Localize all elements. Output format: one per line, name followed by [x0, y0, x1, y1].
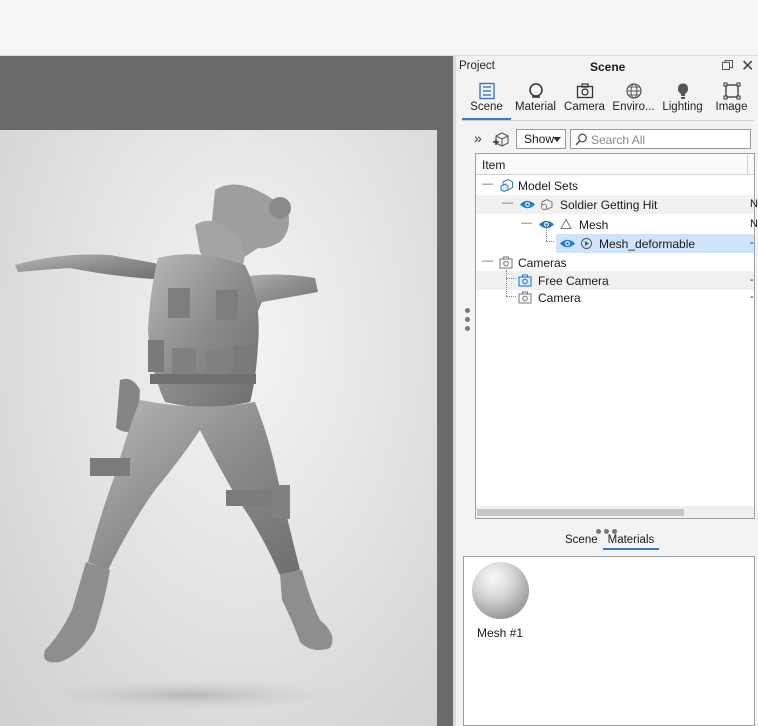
bottom-tabs: Scene Materials: [560, 532, 660, 551]
mesh-triangle-icon: [560, 218, 572, 229]
tree-row-label: Camera: [538, 291, 581, 305]
panel-tabs: Scene Material Camera Enviro... Lighting…: [462, 80, 756, 120]
collapse-toggle-icon[interactable]: —: [502, 197, 513, 209]
scrollbar-thumb[interactable]: [477, 509, 684, 516]
globe-icon: [625, 83, 642, 99]
top-bar: [0, 0, 758, 56]
panel-title: Scene: [590, 60, 626, 74]
tab-camera-label: Camera: [564, 101, 605, 113]
tree-row-cameras[interactable]: — Cameras: [476, 253, 754, 272]
search-icon: [575, 133, 587, 146]
active-camera-icon: [518, 274, 532, 287]
tree-connector: [506, 296, 516, 297]
materials-list[interactable]: Mesh #1: [463, 556, 755, 726]
scene-panel: Project Scene ✕ Scene Material Camera En…: [456, 56, 758, 726]
material-thumbnail[interactable]: Mesh #1: [470, 562, 530, 640]
tab-material-label: Material: [515, 101, 556, 113]
tree-row-label: Cameras: [518, 256, 567, 270]
material-name: Mesh #1: [476, 626, 524, 640]
tab-scene-bottom[interactable]: Scene: [560, 532, 603, 550]
search-input[interactable]: [591, 132, 746, 147]
tree-row-label: Mesh_deformable: [599, 237, 696, 251]
tab-lighting-label: Lighting: [662, 101, 703, 113]
model-icon: [541, 198, 553, 211]
camera-group-icon: [499, 256, 513, 269]
tree-connector: [546, 226, 547, 241]
tree-row-label: Free Camera: [538, 274, 609, 288]
panel-header: Project Scene ✕: [456, 56, 758, 78]
tab-materials[interactable]: Materials: [602, 532, 660, 550]
tab-camera[interactable]: Camera: [560, 80, 609, 120]
collapse-toggle-icon[interactable]: —: [482, 178, 493, 190]
visibility-eye-icon[interactable]: [559, 238, 576, 249]
collapse-toggle-icon[interactable]: —: [482, 255, 493, 267]
material-ball-icon: [528, 83, 543, 98]
horizontal-scrollbar[interactable]: [476, 506, 754, 518]
camera-icon: [518, 291, 532, 304]
tree-row-soldier-getting-hit[interactable]: — Soldier Getting Hit N: [476, 195, 758, 214]
tree-row-label: Soldier Getting Hit: [560, 198, 658, 212]
tree-row-camera[interactable]: Camera -: [476, 288, 754, 307]
tree-row-extra: -: [750, 291, 754, 303]
expand-chevron-icon[interactable]: »: [474, 130, 482, 146]
image-frame-icon: [723, 82, 740, 100]
show-dropdown-label: Show: [524, 132, 555, 146]
tab-image-label: Image: [715, 101, 748, 113]
tree-row-label: Model Sets: [518, 179, 579, 193]
camera-icon: [576, 83, 593, 99]
search-box[interactable]: [570, 129, 751, 149]
add-model-set-icon[interactable]: [492, 131, 510, 148]
tree-row-extra: N: [750, 198, 758, 210]
tab-image[interactable]: Image: [707, 80, 756, 120]
material-preview-sphere: [471, 562, 529, 619]
tree-row-extra: N: [750, 218, 758, 230]
tab-lighting[interactable]: Lighting: [658, 80, 707, 120]
render-viewport[interactable]: [0, 56, 453, 726]
restore-window-icon[interactable]: [722, 60, 733, 70]
dropdown-arrow-icon: [553, 137, 561, 142]
item-column-header[interactable]: Item: [482, 158, 505, 172]
side-drag-handle-icon[interactable]: [465, 308, 471, 335]
tree-connector: [546, 241, 554, 242]
tree-connector: [506, 278, 516, 279]
scene-toolbar: » Show: [474, 128, 754, 152]
scene-tree[interactable]: Item — Model Sets — Soldier Getting Hit …: [475, 153, 758, 519]
tab-environment[interactable]: Enviro...: [609, 80, 658, 120]
close-icon[interactable]: ✕: [741, 56, 754, 76]
model-set-icon: [500, 178, 513, 192]
collapse-toggle-icon[interactable]: —: [521, 217, 532, 229]
scene-list-icon: [478, 82, 495, 100]
column-divider[interactable]: [747, 154, 748, 175]
soldier-model-render: [15, 184, 350, 711]
tree-row-model-sets[interactable]: — Model Sets: [476, 176, 754, 195]
show-dropdown[interactable]: Show: [516, 129, 566, 149]
tab-scene[interactable]: Scene: [462, 80, 511, 120]
tree-header: Item: [476, 154, 754, 175]
tree-row-mesh-deformable[interactable]: Mesh_deformable -: [476, 226, 754, 253]
project-tab[interactable]: Project: [459, 60, 495, 72]
tree-row-label: Mesh: [579, 218, 609, 232]
tab-scene-label: Scene: [470, 101, 503, 113]
tabs-divider: [462, 120, 754, 121]
tree-row-mesh[interactable]: — Mesh N: [476, 215, 758, 234]
tree-row-extra: -: [750, 237, 754, 249]
tab-material[interactable]: Material: [511, 80, 560, 120]
tab-environment-label: Enviro...: [612, 101, 655, 113]
lightbulb-icon: [677, 83, 688, 99]
deformable-mesh-icon: [581, 238, 592, 249]
render-canvas[interactable]: [0, 130, 437, 726]
visibility-eye-icon[interactable]: [519, 199, 536, 210]
tree-row-extra: -: [750, 274, 754, 286]
